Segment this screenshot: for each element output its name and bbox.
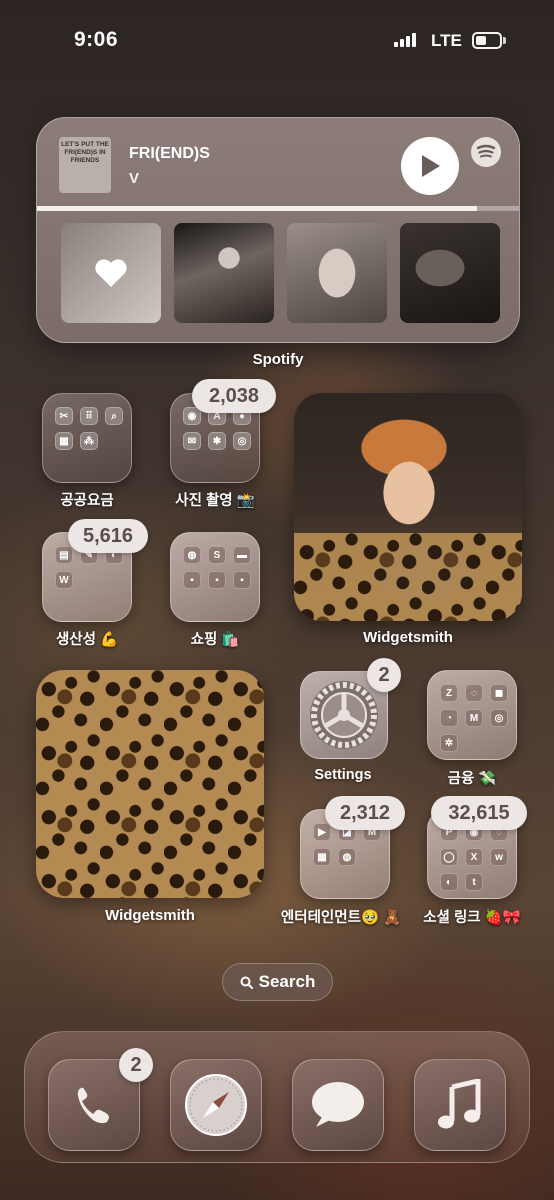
settings-label: Settings — [314, 767, 372, 783]
album-art: LET'S PUT THE FRI(END)S IN FRIENDS — [59, 137, 111, 193]
settings-badge: 2 — [367, 658, 401, 692]
playback-progress-fill — [37, 206, 478, 211]
widgetsmith-leopard-widget[interactable] — [36, 670, 264, 898]
play-icon — [422, 155, 440, 177]
folder-utilities[interactable]: ✂ ⠿ ⌕ ▦ ⁂ — [42, 393, 132, 483]
spotlight-search-button[interactable]: Search — [222, 963, 333, 1001]
music-app[interactable] — [414, 1059, 506, 1151]
messages-app[interactable] — [292, 1059, 384, 1151]
folder-productivity-badge: 5,616 — [68, 519, 148, 553]
spotify-logo-icon — [471, 137, 501, 167]
liked-songs-tile[interactable] — [61, 223, 161, 323]
folder-social-badge: 32,615 — [431, 796, 527, 830]
folder-entertainment-badge: 2,312 — [325, 796, 405, 830]
spotify-widget-label: Spotify — [252, 351, 304, 368]
phone-badge: 2 — [119, 1048, 153, 1082]
heart-icon — [95, 259, 127, 287]
folder-camera-label: 사진 촬영 📸 — [175, 493, 255, 509]
folder-social-label: 소셜 링크 🍓🎀 — [423, 910, 521, 926]
playlist-tile[interactable] — [400, 223, 500, 323]
folder-entertainment-label: 엔터테인먼트🥹 🧸 — [280, 910, 402, 926]
track-title: FRI(END)S — [129, 145, 210, 162]
folder-shopping-label: 쇼핑 🛍️ — [190, 632, 240, 648]
battery-tip — [503, 37, 506, 44]
battery-icon — [472, 32, 502, 49]
leopard-fur-pattern — [294, 533, 522, 621]
folder-camera-badge: 2,038 — [192, 379, 276, 413]
cellular-signal-icon — [394, 33, 416, 47]
search-icon — [240, 976, 253, 989]
folder-utilities-label: 공공요금 — [60, 493, 114, 509]
safari-app[interactable] — [170, 1059, 262, 1151]
spotify-widget[interactable]: LET'S PUT THE FRI(END)S IN FRIENDS FRI(E… — [36, 117, 520, 343]
playlist-tile[interactable] — [287, 223, 387, 323]
folder-finance[interactable]: Z ◌ ◼ ◔ M ◎ ✲ — [427, 670, 517, 760]
safari-icon — [185, 1074, 247, 1136]
phone-icon — [77, 1087, 109, 1124]
folder-shopping[interactable]: ◍ S ▬ ▪ ▪ ▪ — [170, 532, 260, 622]
music-icon — [438, 1079, 481, 1129]
playlist-tile[interactable] — [174, 223, 274, 323]
gear-icon — [310, 681, 378, 749]
messages-icon — [312, 1082, 364, 1127]
search-label: Search — [258, 972, 316, 991]
folder-productivity-label: 생산성 💪 — [55, 632, 119, 648]
widgetsmith-photo-label: Widgetsmith — [363, 629, 453, 646]
track-artist: V — [129, 170, 140, 187]
network-type: LTE — [431, 31, 462, 50]
widgetsmith-photo-widget[interactable] — [294, 393, 522, 621]
widgetsmith-leopard-label: Widgetsmith — [105, 907, 195, 924]
play-button[interactable] — [401, 137, 459, 195]
folder-finance-label: 금융 💸 — [447, 771, 497, 787]
status-time: 9:06 — [74, 28, 119, 51]
